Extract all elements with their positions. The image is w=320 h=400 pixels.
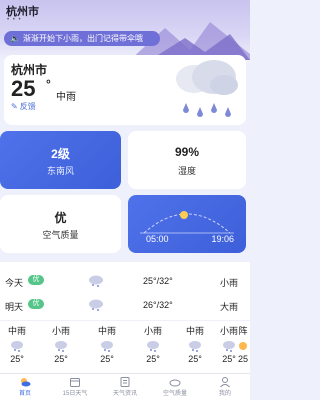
hourly-item: 中雨 25° xyxy=(92,324,122,364)
feedback-label: 反馈 xyxy=(19,102,36,111)
hourly-condition: 中雨 xyxy=(185,326,204,336)
sun-cloud-icon xyxy=(239,342,247,350)
forecast-row[interactable]: 今天 优 25°/32° 小雨 xyxy=(0,272,250,294)
wind-tile[interactable]: 2级 东南风 xyxy=(0,131,121,189)
sunset-time: 19:06 xyxy=(211,234,234,244)
tab-label: 我的 xyxy=(218,391,231,397)
rain-cloud-icon xyxy=(89,299,103,311)
forecast-row[interactable]: 明天 优 26°/32° 大雨 xyxy=(0,296,250,318)
forecast-day: 明天 xyxy=(5,302,24,312)
hourly-condition: 中雨 xyxy=(97,326,116,336)
hourly-temp: 25° xyxy=(100,354,114,364)
humidity-tile[interactable]: 99% 湿度 xyxy=(128,131,246,189)
rain-cloud-icon xyxy=(89,275,103,287)
rain-cloud-icon xyxy=(223,341,235,352)
tab-air-quality[interactable]: 空气质量 xyxy=(150,376,200,397)
hourly-condition: 小雨 xyxy=(143,326,162,336)
tab-home[interactable]: 首页 xyxy=(0,376,50,397)
hourly-forecast[interactable]: 中雨 25° 小雨 25° 中雨 25° 小雨 25° 中雨 25° 小雨 25… xyxy=(0,321,250,373)
wind-label: 东南风 xyxy=(46,166,74,176)
current-condition: 中雨 xyxy=(56,92,76,103)
user-icon xyxy=(220,377,230,388)
air-quality-icon xyxy=(169,379,181,387)
hourly-temp: 25° xyxy=(188,354,202,364)
forecast-condition: 大雨 xyxy=(220,302,239,312)
tab-label: 天气资讯 xyxy=(112,391,137,397)
hourly-item: 小雨 25° xyxy=(46,324,76,364)
forecast-day: 今天 xyxy=(5,278,24,288)
sunrise-sunset-tile[interactable]: 05:00 19:06 xyxy=(128,195,246,253)
hourly-temp: 25° xyxy=(54,354,68,364)
wind-value: 2级 xyxy=(51,147,70,161)
home-weather-icon xyxy=(21,378,31,387)
aqi-badge: 优 xyxy=(28,275,44,285)
hourly-item: 阵 25 xyxy=(236,324,250,364)
humidity-value: 99% xyxy=(174,145,200,159)
page-indicator: • • • xyxy=(7,17,22,23)
hourly-temp: 25° xyxy=(146,354,160,364)
daily-forecast: 今天 优 25°/32° 小雨 明天 优 26°/32° 大雨 xyxy=(0,262,250,320)
aqi-label: 空气质量 xyxy=(42,230,79,240)
rain-cloud-icon xyxy=(176,60,238,117)
aqi-badge: 优 xyxy=(28,299,44,309)
tab-15-day[interactable]: 15日天气 xyxy=(50,376,100,397)
tab-profile[interactable]: 我的 xyxy=(200,376,250,397)
weather-alert-banner[interactable]: 🔈 渐渐开始下小雨，出门记得带伞哦 xyxy=(4,31,160,46)
hourly-condition: 阵 xyxy=(238,326,248,336)
rain-cloud-icon xyxy=(189,341,201,352)
hourly-condition: 小雨 xyxy=(51,326,70,336)
tab-label: 15日天气 xyxy=(62,391,88,397)
forecast-condition: 小雨 xyxy=(220,278,239,288)
hourly-condition: 中雨 xyxy=(7,326,26,336)
tab-label: 首页 xyxy=(18,391,31,397)
edit-icon: ✎ xyxy=(11,102,18,111)
rain-cloud-icon xyxy=(11,341,23,352)
hourly-item: 中雨 25° xyxy=(180,324,210,364)
news-icon xyxy=(120,377,130,387)
hourly-temp: 25 xyxy=(237,354,248,364)
current-temperature: 25 xyxy=(11,76,36,101)
rain-cloud-icon xyxy=(55,341,67,352)
air-quality-tile[interactable]: 优 空气质量 xyxy=(0,195,121,253)
tab-weather-news[interactable]: 天气资讯 xyxy=(100,376,150,397)
banner-text: 渐渐开始下小雨，出门记得带伞哦 xyxy=(22,34,143,43)
calendar-icon xyxy=(70,378,80,387)
humidity-label: 湿度 xyxy=(177,166,196,176)
forecast-temp: 25°/32° xyxy=(143,276,173,286)
forecast-temp: 26°/32° xyxy=(143,300,173,310)
tab-label: 空气质量 xyxy=(162,391,187,397)
degree-symbol: ° xyxy=(46,77,51,91)
hourly-item: 中雨 25° xyxy=(2,324,32,364)
hourly-temp: 25° xyxy=(10,354,24,364)
aqi-value: 优 xyxy=(54,211,67,225)
feedback-link[interactable]: ✎ 反馈 xyxy=(11,101,36,112)
speaker-icon: 🔈 xyxy=(10,34,20,43)
sunrise-time: 05:00 xyxy=(146,234,169,244)
bottom-tab-bar: 首页 15日天气 天气资讯 空气质量 我的 xyxy=(0,373,250,400)
rain-cloud-icon xyxy=(101,341,113,352)
hourly-item: 小雨 25° xyxy=(138,324,168,364)
current-weather-card: 杭州市 25 ° 中雨 ✎ 反馈 xyxy=(4,55,246,125)
sun-arc-icon xyxy=(140,211,234,234)
rain-cloud-icon xyxy=(147,341,159,352)
